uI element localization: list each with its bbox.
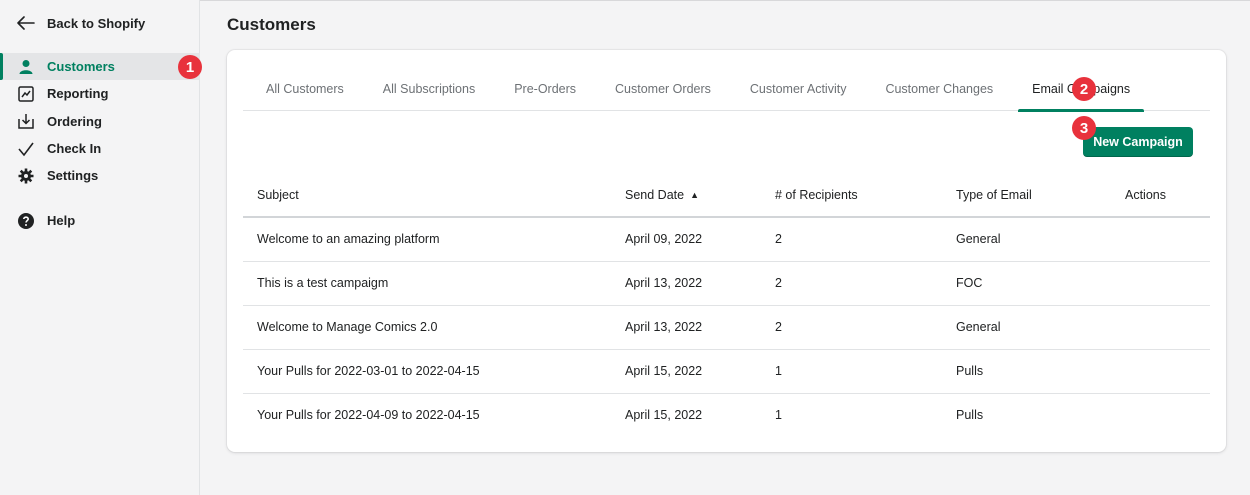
campaigns-table: Subject Send Date ▲ # of Recipients Type …	[243, 174, 1210, 437]
tab-bar: All Customers All Subscriptions Pre-Orde…	[243, 74, 1210, 112]
send-date-label: Send Date	[625, 188, 685, 202]
tab-all-subscriptions[interactable]: All Subscriptions	[360, 74, 491, 111]
sidebar-item-label: Ordering	[47, 113, 102, 129]
annotation-badge-2: 2	[1072, 77, 1096, 101]
tab-customer-changes[interactable]: Customer Changes	[862, 74, 1009, 111]
cell-send-date: April 15, 2022	[611, 349, 761, 394]
cell-send-date: April 13, 2022	[611, 261, 761, 306]
table-row[interactable]: Welcome to an amazing platform April 09,…	[243, 217, 1210, 262]
table-row[interactable]: Welcome to Manage Comics 2.0 April 13, 2…	[243, 305, 1210, 350]
table-row[interactable]: Your Pulls for 2022-04-09 to 2022-04-15 …	[243, 393, 1210, 437]
cell-send-date: April 15, 2022	[625, 408, 703, 423]
column-header-type[interactable]: Type of Email	[942, 174, 1111, 218]
tab-customer-activity[interactable]: Customer Activity	[727, 74, 863, 111]
cell-recipients: 2	[761, 261, 942, 306]
arrow-left-icon	[17, 16, 35, 30]
table-row[interactable]: Your Pulls for 2022-03-01 to 2022-04-15 …	[243, 349, 1210, 394]
cell-recipients: 1	[761, 349, 942, 394]
cell-type: Pulls	[942, 349, 1111, 394]
cell-actions	[1111, 305, 1210, 350]
new-campaign-button[interactable]: New Campaign	[1083, 127, 1193, 157]
cell-subject: Welcome to Manage Comics 2.0	[243, 305, 611, 350]
cell-subject: Your Pulls for 2022-04-09 to 2022-04-15	[257, 408, 480, 423]
annotation-badge-3: 3	[1072, 116, 1096, 140]
table-row[interactable]: This is a test campaigm April 13, 2022 2…	[243, 261, 1210, 306]
cell-recipients: 2	[761, 305, 942, 350]
cell-send-date: April 13, 2022	[611, 305, 761, 350]
cell-actions	[1111, 393, 1210, 437]
sidebar-item-ordering[interactable]: Ordering	[0, 108, 200, 135]
sidebar-item-label: Check In	[47, 141, 102, 157]
cell-recipients: 1	[775, 408, 782, 423]
sidebar: Back to Shopify Customers Reporting Orde…	[0, 0, 200, 495]
cell-subject: This is a test campaigm	[243, 261, 611, 306]
checkmark-icon	[17, 140, 35, 158]
person-icon	[17, 58, 35, 76]
table-header-row: Subject Send Date ▲ # of Recipients Type …	[243, 174, 1210, 218]
sidebar-item-label: Reporting	[47, 86, 109, 102]
sidebar-item-reporting[interactable]: Reporting	[0, 80, 200, 107]
sidebar-item-customers[interactable]: Customers	[0, 53, 200, 81]
column-header-send-date[interactable]: Send Date ▲	[611, 174, 761, 218]
gear-icon	[17, 167, 35, 185]
sidebar-nav: Customers Reporting Ordering Check In Se…	[0, 53, 200, 189]
cell-actions	[1111, 349, 1210, 394]
help-icon	[17, 212, 35, 230]
cell-actions	[1111, 261, 1210, 306]
column-header-recipients[interactable]: # of Recipients	[761, 174, 942, 218]
sort-ascending-icon: ▲	[690, 190, 699, 200]
column-header-actions: Actions	[1111, 174, 1210, 218]
sidebar-item-settings[interactable]: Settings	[0, 162, 200, 189]
cell-actions	[1111, 217, 1210, 262]
page-title: Customers	[227, 15, 316, 34]
sidebar-item-help[interactable]: Help	[0, 207, 200, 234]
cell-send-date: April 09, 2022	[611, 217, 761, 262]
cell-subject: Your Pulls for 2022-03-01 to 2022-04-15	[243, 349, 611, 394]
tab-all-customers[interactable]: All Customers	[243, 74, 360, 111]
cell-type: General	[942, 217, 1111, 262]
column-header-subject[interactable]: Subject	[243, 174, 611, 218]
sidebar-item-check-in[interactable]: Check In	[0, 135, 200, 162]
tab-customer-orders[interactable]: Customer Orders	[592, 74, 727, 111]
back-label: Back to Shopify	[47, 15, 146, 31]
tab-pre-orders[interactable]: Pre-Orders	[491, 74, 592, 111]
report-icon	[17, 85, 35, 103]
cell-recipients: 2	[761, 217, 942, 262]
campaigns-card: All Customers All Subscriptions Pre-Orde…	[227, 50, 1226, 452]
sidebar-item-label: Help	[47, 213, 76, 229]
annotation-badge-1: 1	[178, 55, 202, 79]
download-icon	[17, 112, 35, 130]
cell-type: Pulls	[956, 408, 984, 423]
cell-type: FOC	[942, 261, 1111, 306]
cell-subject: Welcome to an amazing platform	[243, 217, 611, 262]
cell-type: General	[942, 305, 1111, 350]
sidebar-item-label: Customers	[47, 59, 115, 75]
sidebar-item-label: Settings	[47, 168, 99, 184]
back-to-shopify-link[interactable]: Back to Shopify	[17, 12, 145, 34]
